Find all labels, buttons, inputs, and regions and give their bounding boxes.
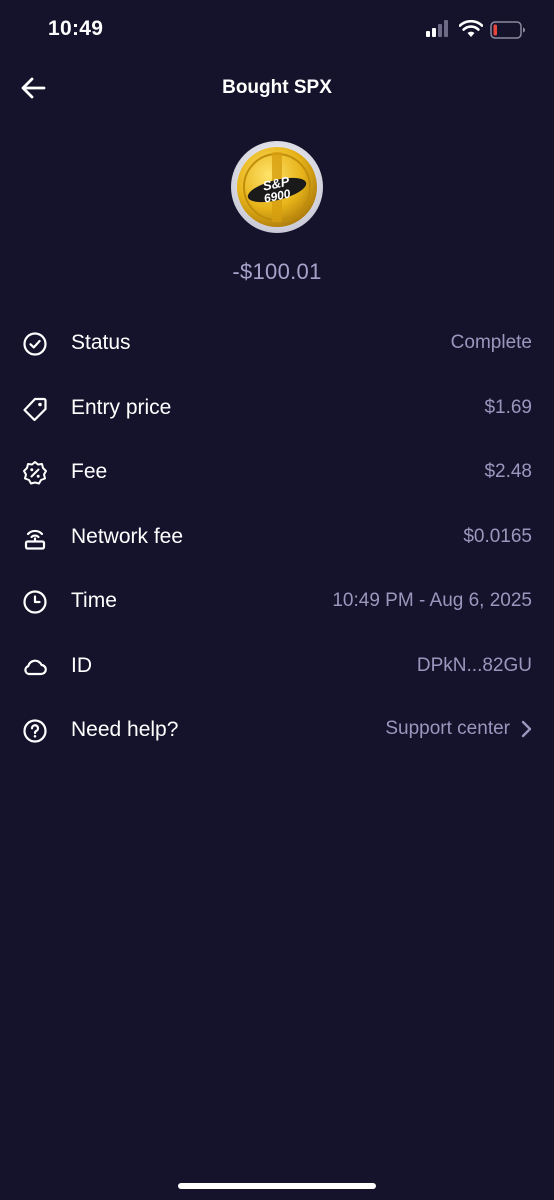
detail-row-time: Time 10:49 PM - Aug 6, 2025: [0, 569, 554, 634]
detail-row-status: Status Complete: [0, 311, 554, 376]
detail-row-network-fee: Network fee $0.0165: [0, 505, 554, 570]
network-icon: [24, 529, 46, 550]
detail-label-time: Time: [71, 589, 117, 612]
detail-value-status: Complete: [450, 332, 532, 353]
detail-row-help: Need help? Support center: [0, 698, 554, 763]
detail-label-entry-price: Entry price: [71, 395, 172, 419]
detail-label-help: Need help?: [71, 718, 179, 741]
check-circle-icon: [23, 332, 47, 356]
transaction-details-list: Status Complete Entry price $1.69 Fee $2…: [0, 311, 554, 763]
detail-label-network-fee: Network fee: [71, 524, 184, 548]
status-time: 10:49: [48, 17, 104, 40]
detail-value-entry-price: $1.69: [484, 396, 532, 418]
detail-label-status: Status: [71, 331, 131, 354]
question-circle-icon: [23, 719, 47, 743]
detail-label-fee: Fee: [71, 460, 108, 483]
cellular-signal-icon: [426, 20, 448, 37]
clock-icon: [23, 590, 47, 614]
support-center-label: Support center: [385, 718, 510, 739]
transaction-amount: -$100.01: [232, 259, 322, 284]
detail-row-id: ID DPkN...82GU: [0, 634, 554, 699]
status-bar: 10:49: [0, 0, 554, 60]
battery-low-icon: [490, 21, 525, 39]
wifi-icon: [459, 20, 483, 37]
home-indicator[interactable]: [178, 1183, 376, 1189]
transaction-detail-screen: 10:49 Bought SPX S&P 6900 -$100.01 Statu…: [0, 0, 554, 1200]
cloud-icon: [24, 659, 47, 675]
detail-value-network-fee: $0.0165: [463, 525, 532, 547]
price-tag-icon: [23, 397, 47, 421]
chevron-right-icon: [521, 720, 532, 738]
detail-value-time: 10:49 PM - Aug 6, 2025: [332, 590, 532, 611]
header: Bought SPX: [0, 60, 554, 116]
percent-badge-icon: [23, 461, 47, 485]
detail-value-fee: $2.48: [484, 461, 532, 482]
token-logo: S&P 6900: [231, 141, 323, 233]
detail-label-id: ID: [71, 653, 92, 677]
detail-value-id: DPkN...82GU: [416, 654, 532, 676]
detail-row-entry-price: Entry price $1.69: [0, 376, 554, 441]
page-title: Bought SPX: [222, 77, 332, 98]
support-center-link[interactable]: Support center: [385, 718, 532, 740]
detail-row-fee: Fee $2.48: [0, 440, 554, 505]
